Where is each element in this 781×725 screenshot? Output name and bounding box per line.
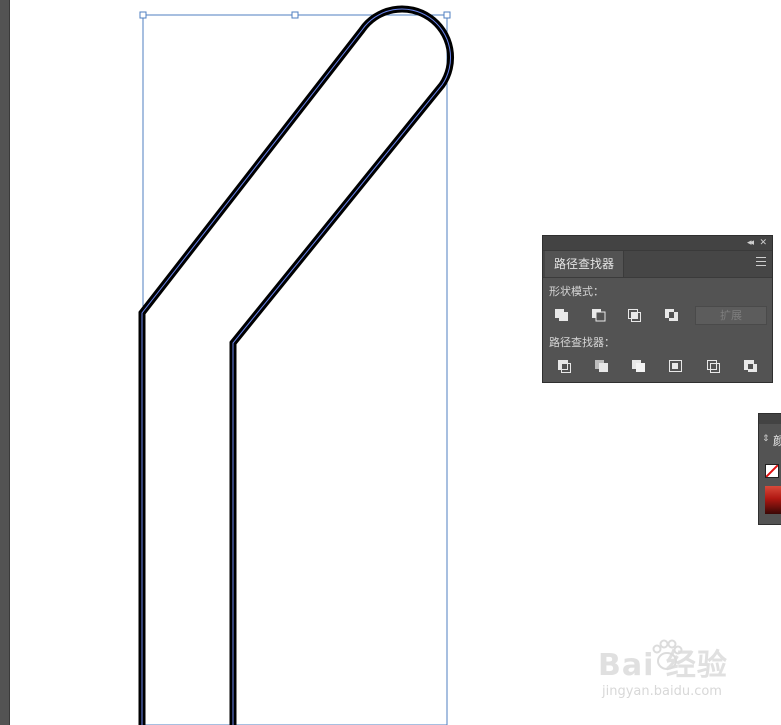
handle-top-left[interactable]	[139, 11, 147, 19]
unite-icon	[555, 309, 568, 321]
panel-menu-icon[interactable]	[756, 257, 766, 266]
pathfinder-panel: ◂◂ ✕ 路径查找器 形状模式： 扩展 路径查找器：	[542, 235, 773, 383]
pathfinders-label: 路径查找器：	[549, 336, 615, 349]
minus-front-icon	[592, 309, 606, 322]
outline-button[interactable]	[702, 356, 726, 376]
handle-top-center[interactable]	[291, 11, 299, 19]
none-swatch-icon[interactable]	[765, 464, 779, 478]
intersect-button[interactable]	[623, 305, 647, 325]
divide-button[interactable]	[553, 356, 577, 376]
minus-back-button[interactable]	[739, 356, 763, 376]
minus-front-button[interactable]	[587, 305, 611, 325]
color-panel: ⇕ 颜	[758, 413, 781, 525]
exclude-icon	[665, 309, 678, 321]
color-panel-title-bar[interactable]	[759, 414, 781, 424]
outline-icon	[707, 360, 720, 373]
baidu-watermark: Bai 经验 jingyan.baidu.com	[598, 639, 748, 710]
collapse-panel-icon[interactable]: ◂◂	[747, 237, 754, 249]
sort-arrows-icon[interactable]: ⇕	[762, 434, 770, 444]
unite-button[interactable]	[550, 305, 574, 325]
panel-title-bar[interactable]: ◂◂ ✕	[543, 236, 772, 251]
handle-top-right[interactable]	[443, 11, 451, 19]
color-spectrum[interactable]	[765, 486, 781, 514]
paw-icon	[652, 639, 683, 670]
tab-color[interactable]: 颜	[773, 432, 781, 449]
tab-pathfinder[interactable]: 路径查找器	[545, 251, 625, 277]
bent-pipe-shape[interactable]	[138, 5, 455, 725]
minus-back-icon	[744, 360, 757, 372]
shape-modes-label: 形状模式：	[549, 285, 604, 298]
crop-icon	[669, 360, 682, 372]
close-icon[interactable]: ✕	[759, 237, 767, 249]
panel-tab-row: 路径查找器	[543, 251, 772, 278]
crop-button[interactable]	[664, 356, 688, 376]
watermark-url: jingyan.baidu.com	[602, 684, 722, 699]
expand-button[interactable]: 扩展	[695, 306, 767, 325]
merge-icon	[632, 360, 645, 372]
exclude-button[interactable]	[660, 305, 684, 325]
merge-button[interactable]	[627, 356, 651, 376]
divide-icon	[558, 360, 571, 373]
intersect-icon	[628, 309, 641, 322]
trim-icon	[595, 360, 608, 372]
trim-button[interactable]	[590, 356, 614, 376]
